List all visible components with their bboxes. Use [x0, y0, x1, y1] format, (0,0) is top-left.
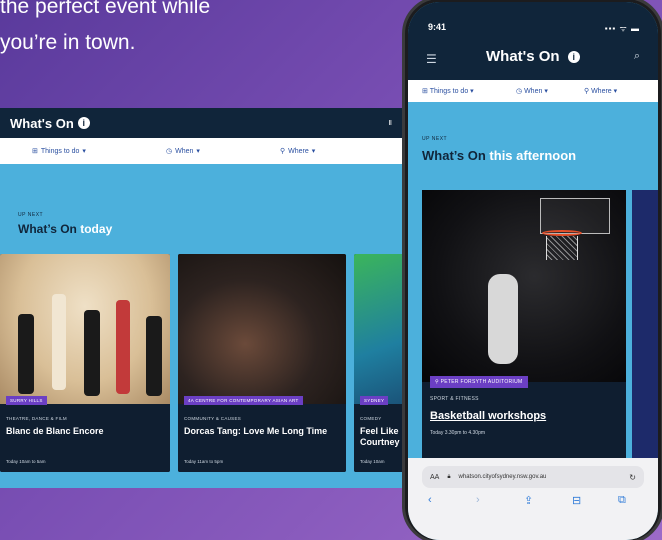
- event-photo: [0, 254, 170, 404]
- venue-chip[interactable]: ⚲ PETER FORSYTH AUDITORIUM: [430, 376, 528, 388]
- chevron-down-icon: ▾: [311, 148, 316, 155]
- url-field[interactable]: AA 🔒︎ whatson.cityofsydney.nsw.gov.au ↻: [422, 466, 644, 488]
- event-title[interactable]: Blanc de Blanc Encore: [6, 426, 104, 437]
- event-card[interactable]: SURRY HILLS THEATRE, DANCE & FILM Blanc …: [0, 254, 170, 472]
- net-shape: [546, 236, 578, 260]
- event-time: Today 10am: [360, 459, 385, 464]
- event-category: COMEDY: [360, 416, 382, 421]
- share-icon[interactable]: ⇪: [524, 494, 533, 507]
- filter-when[interactable]: ◷ When ▾: [516, 87, 548, 95]
- performer-figure: [52, 294, 66, 390]
- lock-icon: 🔒︎: [447, 473, 451, 480]
- info-icon[interactable]: i: [567, 51, 580, 64]
- player-figure: [488, 274, 518, 364]
- event-time: Today 3.30pm to 4.30pm: [430, 430, 486, 436]
- venue-chip[interactable]: 4A CENTRE FOR CONTEMPORARY ASIAN ART: [184, 396, 303, 405]
- status-time: 9:41: [428, 22, 447, 32]
- filter-where[interactable]: ⚲ Where ▾: [584, 87, 617, 95]
- performer-figure: [84, 310, 100, 396]
- event-card[interactable]: ⚲ PETER FORSYTH AUDITORIUM SPORT & FITNE…: [422, 190, 626, 458]
- filter-when[interactable]: ◷ When ▾: [166, 147, 200, 156]
- heading-highlight: this afternoon: [489, 148, 577, 163]
- heading-prefix: What’s On: [422, 148, 486, 163]
- chevron-down-icon: ▾: [470, 88, 474, 95]
- phone-screen: 9:41 ▪▪▪ ᯤ ▬ ☰ What's On i ⌕ ⊞ Things to…: [408, 2, 658, 540]
- desktop-header: What's On i Ⅱ: [0, 108, 420, 138]
- menu-icon[interactable]: ☰: [426, 52, 437, 66]
- desktop-header-mark[interactable]: Ⅱ: [389, 119, 392, 127]
- event-category: SPORT & FITNESS: [430, 396, 479, 402]
- venue-chip[interactable]: SURRY HILLS: [6, 396, 47, 405]
- chevron-down-icon: ▾: [196, 148, 200, 155]
- event-title[interactable]: Dorcas Tang: Love Me Long Time: [184, 426, 327, 437]
- grid-icon: ⊞: [32, 148, 38, 155]
- filter-label: Things to do: [429, 88, 469, 95]
- event-card-peek[interactable]: [632, 190, 658, 458]
- event-title[interactable]: Basketball workshops: [430, 410, 546, 422]
- status-icons: ▪▪▪ ᯤ ▬: [604, 24, 640, 33]
- section-heading: What’s On today: [18, 222, 112, 236]
- back-icon[interactable]: ‹: [428, 494, 432, 506]
- section-heading: What’s On this afternoon: [422, 148, 576, 163]
- event-card[interactable]: 4A CENTRE FOR CONTEMPORARY ASIAN ART COM…: [178, 254, 346, 472]
- site-title-text: What's On: [486, 48, 560, 65]
- bookmarks-icon[interactable]: ⊟: [572, 494, 581, 507]
- event-time: Today 10am to 5am: [6, 459, 46, 464]
- reload-icon[interactable]: ↻: [629, 473, 636, 482]
- desktop-filter-bar: ⊞ Things to do ▾ ◷ When ▾ ⚲ Where ▾: [0, 138, 420, 164]
- filter-things-to-do[interactable]: ⊞ Things to do ▾: [422, 87, 474, 95]
- url-text: whatson.cityofsydney.nsw.gov.au: [458, 474, 547, 480]
- heading-highlight: today: [80, 222, 113, 236]
- event-photo: [422, 190, 626, 382]
- chevron-down-icon: ▾: [82, 148, 86, 155]
- promo-line-1: the perfect event while: [0, 0, 211, 18]
- promo-line-2: you’re in town.: [0, 31, 136, 54]
- performer-figure: [116, 300, 130, 394]
- tabs-icon[interactable]: ⧉: [618, 494, 626, 507]
- reader-button[interactable]: AA: [430, 474, 439, 481]
- filter-label: When: [175, 147, 194, 155]
- desktop-site: What's On i Ⅱ ⊞ Things to do ▾ ◷ When ▾ …: [0, 108, 420, 488]
- search-icon[interactable]: ⌕: [634, 50, 640, 63]
- event-caption: SURRY HILLS THEATRE, DANCE & FILM Blanc …: [0, 396, 170, 472]
- chevron-down-icon: ▾: [544, 88, 548, 95]
- phone-header: 9:41 ▪▪▪ ᯤ ▬ ☰ What's On i ⌕: [408, 2, 658, 80]
- filter-label: Where: [591, 88, 612, 95]
- filter-things-to-do[interactable]: ⊞ Things to do ▾: [32, 147, 86, 156]
- filter-where[interactable]: ⚲ Where ▾: [280, 147, 316, 156]
- event-photo: [178, 254, 346, 404]
- up-next-label: UP NEXT: [18, 212, 44, 218]
- filter-label: When: [524, 88, 543, 95]
- performer-figure: [146, 316, 162, 396]
- forward-icon[interactable]: ›: [476, 494, 480, 506]
- clock-icon: ◷: [166, 148, 173, 155]
- info-icon[interactable]: i: [77, 117, 90, 129]
- browser-bar: AA 🔒︎ whatson.cityofsydney.nsw.gov.au ↻ …: [408, 458, 658, 540]
- filter-label: Where: [288, 147, 309, 155]
- event-category: THEATRE, DANCE & FILM: [6, 416, 67, 421]
- filter-label: Things to do: [40, 147, 80, 155]
- up-next-label: UP NEXT: [422, 136, 448, 142]
- desktop-site-title[interactable]: What's On: [10, 116, 74, 131]
- phone-filter-bar: ⊞ Things to do ▾ ◷ When ▾ ⚲ Where ▾: [408, 80, 658, 102]
- location-pin-icon: ⚲: [280, 148, 286, 155]
- event-caption: 4A CENTRE FOR CONTEMPORARY ASIAN ART COM…: [178, 396, 346, 472]
- venue-chip[interactable]: SYDNEY: [360, 396, 389, 405]
- event-time: Today 11am to 5pm: [184, 459, 224, 464]
- backboard-shape: [540, 198, 610, 234]
- heading-prefix: What’s On: [18, 222, 77, 236]
- browser-toolbar: ‹ › ⇪ ⊟ ⧉: [408, 492, 658, 512]
- phone-site-title[interactable]: What's On i: [486, 48, 580, 65]
- event-category: COMMUNITY & CAUSES: [184, 416, 242, 421]
- performer-figure: [18, 314, 34, 394]
- chevron-down-icon: ▾: [613, 88, 618, 95]
- venue-chip-label: PETER FORSYTH AUDITORIUM: [440, 379, 523, 385]
